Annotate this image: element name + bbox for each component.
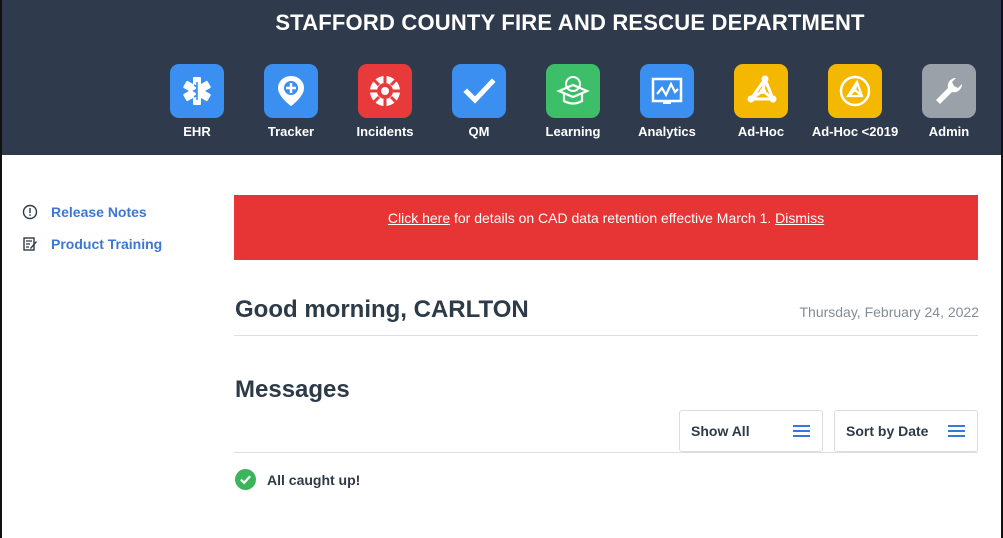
- app-tile-qm[interactable]: QM: [425, 64, 515, 144]
- messages-heading: Messages: [235, 376, 350, 403]
- greeting-heading: Good morning, CARLTON: [235, 296, 529, 323]
- app-tile-learning[interactable]: Learning: [519, 64, 609, 144]
- current-date: Thursday, February 24, 2022: [799, 304, 979, 320]
- app-tile-tracker[interactable]: Tracker: [237, 64, 327, 144]
- app-label: EHR: [183, 124, 211, 139]
- notepad-edit-icon: [22, 236, 38, 252]
- app-tile-ad-hoc-2019[interactable]: Ad-Hoc <2019: [801, 64, 898, 144]
- sort-label: Sort by Date: [846, 423, 929, 439]
- empty-messages-text: All caught up!: [267, 471, 361, 488]
- app-label: QM: [468, 124, 490, 139]
- checkmark-icon: [452, 64, 506, 118]
- org-title: STAFFORD COUNTY FIRE AND RESCUE DEPARTME…: [275, 10, 865, 35]
- alert-banner: Click here for details on CAD data reten…: [234, 195, 978, 260]
- alert-details-link[interactable]: Click here: [388, 210, 450, 226]
- location-pin-icon: [264, 64, 318, 118]
- hamburger-menu-icon: [948, 425, 965, 439]
- fire-badge-icon: [358, 64, 412, 118]
- sidebar: Release Notes Product Training: [22, 200, 212, 264]
- sidebar-item-release-notes[interactable]: Release Notes: [22, 200, 212, 224]
- divider: [234, 335, 978, 336]
- empty-messages-status: All caught up!: [235, 469, 360, 490]
- divider: [234, 452, 978, 453]
- app-label: Incidents: [356, 124, 414, 139]
- sidebar-item-label: Product Training: [51, 236, 163, 252]
- app-tile-incidents[interactable]: Incidents: [331, 64, 421, 144]
- alert-message: for details on CAD data retention effect…: [450, 210, 776, 226]
- app-label: Analytics: [638, 124, 696, 139]
- network-nodes-icon: [734, 64, 788, 118]
- app-label: Tracker: [267, 124, 315, 139]
- line-chart-icon: [640, 64, 694, 118]
- wrench-icon: [922, 64, 976, 118]
- app-tile-ehr[interactable]: EHR: [143, 64, 233, 144]
- app-label: Learning: [545, 124, 601, 139]
- app-tile-analytics[interactable]: Analytics: [613, 64, 703, 144]
- filter-label: Show All: [691, 423, 750, 439]
- app-launcher-bar: EHR Tracker Incidents QM Learning Analyt…: [0, 64, 1003, 144]
- alert-dismiss-link[interactable]: Dismiss: [775, 210, 824, 226]
- show-all-filter-button[interactable]: Show All: [679, 410, 823, 452]
- check-circle-icon: [235, 469, 256, 490]
- app-header: STAFFORD COUNTY FIRE AND RESCUE DEPARTME…: [0, 0, 1003, 155]
- app-tile-ad-hoc[interactable]: Ad-Hoc: [707, 64, 797, 144]
- app-label: Ad-Hoc: [737, 124, 785, 139]
- network-circle-icon: [828, 64, 882, 118]
- sidebar-item-label: Release Notes: [51, 204, 147, 220]
- sort-by-date-button[interactable]: Sort by Date: [834, 410, 978, 452]
- exclamation-circle-icon: [22, 204, 38, 220]
- app-label: Ad-Hoc <2019: [811, 124, 899, 139]
- star-of-life-icon: [170, 64, 224, 118]
- hamburger-menu-icon: [793, 425, 810, 439]
- sidebar-item-product-training[interactable]: Product Training: [22, 232, 212, 256]
- app-tile-admin[interactable]: Admin: [895, 64, 985, 144]
- app-label: Admin: [928, 124, 970, 139]
- graduation-cap-icon: [546, 64, 600, 118]
